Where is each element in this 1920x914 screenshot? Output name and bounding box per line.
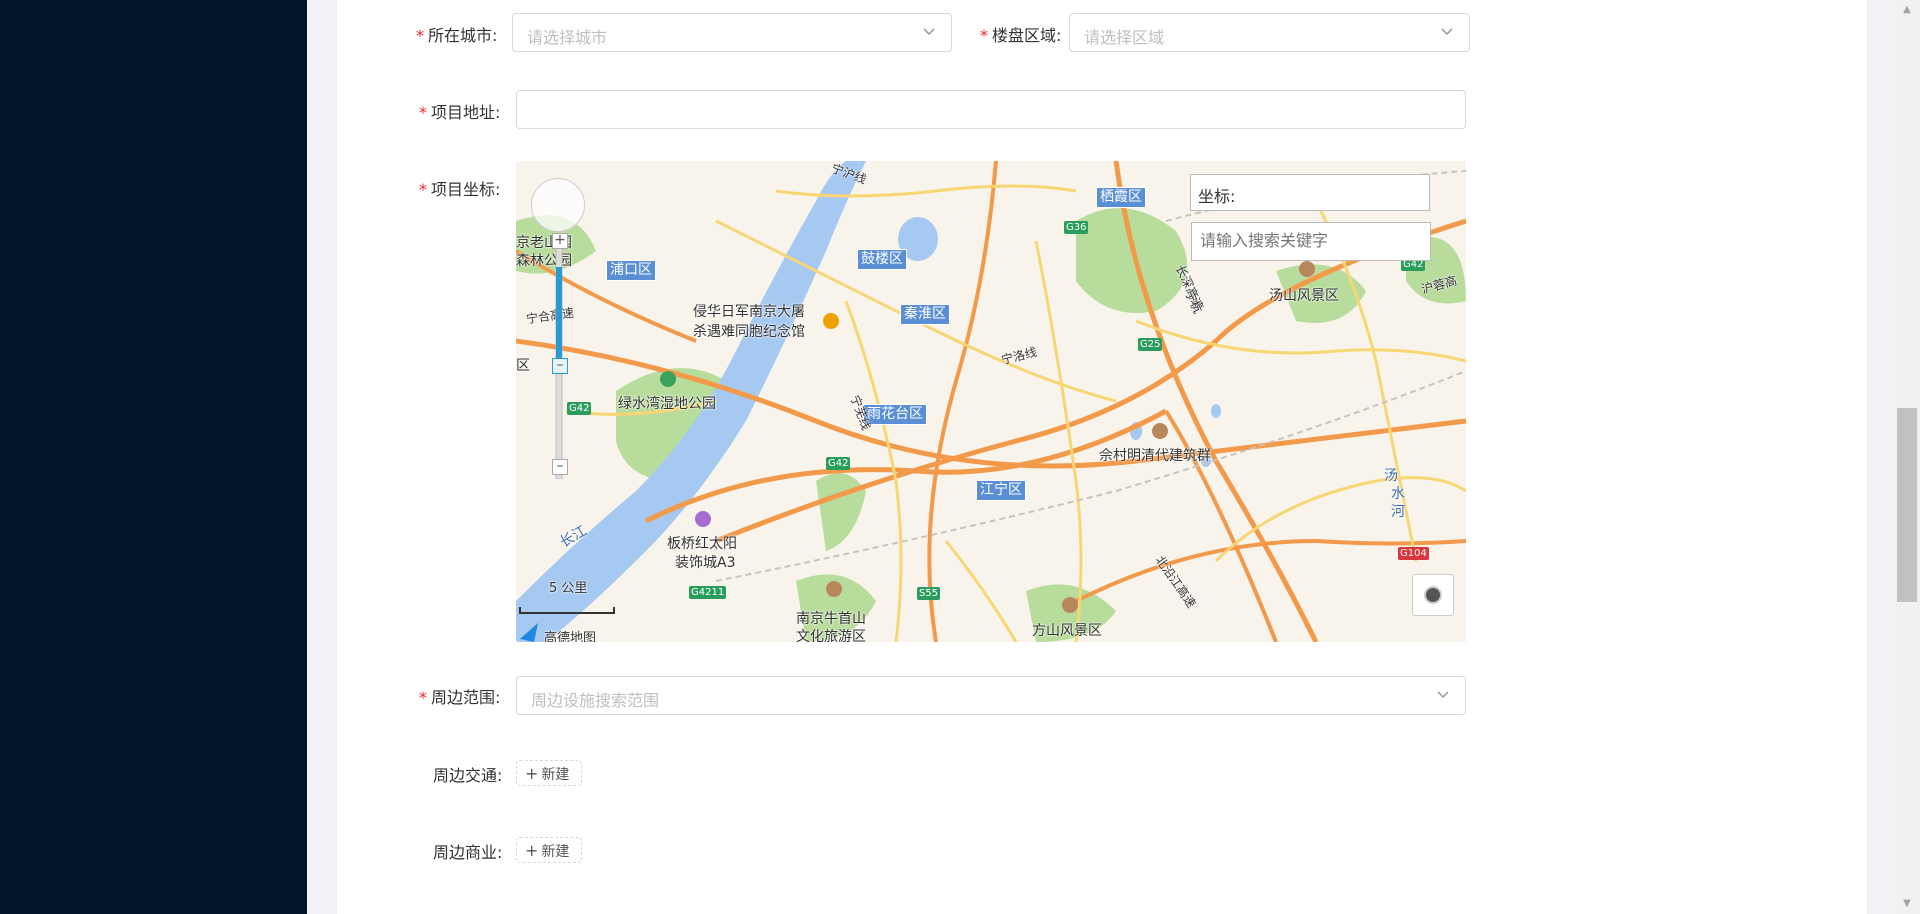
district-select[interactable]: 请选择区域 bbox=[1069, 13, 1470, 52]
map-logo: 高德地图 bbox=[544, 631, 597, 642]
chevron-down-icon bbox=[923, 28, 935, 36]
add-traffic-label: 新建 bbox=[541, 767, 570, 783]
required-mark: * bbox=[419, 103, 427, 122]
layout-gutter bbox=[307, 0, 337, 914]
plus-icon: + bbox=[525, 841, 539, 860]
heritage-poi-icon bbox=[1152, 423, 1168, 439]
scenic-poi-icon bbox=[1062, 597, 1078, 613]
required-mark: * bbox=[980, 26, 988, 45]
map-place-label: 板桥红太阳 bbox=[667, 536, 737, 552]
district-placeholder: 请选择区域 bbox=[1084, 28, 1165, 47]
required-mark: * bbox=[416, 26, 424, 45]
pan-icon[interactable] bbox=[531, 178, 585, 232]
map-place-label: 区 bbox=[516, 358, 530, 374]
coordinates-label-text: 项目坐标: bbox=[431, 180, 501, 199]
highway-shield: G42 bbox=[826, 457, 851, 470]
map-place-label: 汤山风景区 bbox=[1269, 288, 1339, 304]
map-river-label: 河 bbox=[1391, 504, 1405, 520]
zoom-in-icon[interactable]: + bbox=[552, 233, 568, 249]
district-badge: 浦口区 bbox=[606, 260, 656, 281]
scroll-thumb[interactable] bbox=[1897, 408, 1917, 602]
highway-shield: G25 bbox=[1138, 338, 1163, 351]
district-badge: 栖霞区 bbox=[1096, 187, 1146, 208]
locate-dot bbox=[1424, 586, 1442, 604]
scroll-up-icon[interactable]: ▲ bbox=[1901, 4, 1913, 16]
plus-icon: + bbox=[525, 764, 539, 783]
add-business-button[interactable]: + 新建 bbox=[516, 837, 582, 863]
address-label-text: 项目地址: bbox=[431, 103, 501, 122]
address-input[interactable] bbox=[516, 90, 1466, 129]
city-placeholder: 请选择城市 bbox=[527, 28, 608, 47]
park-poi-icon bbox=[660, 371, 676, 387]
add-traffic-button[interactable]: + 新建 bbox=[516, 760, 582, 786]
map-place-label: 佘村明清代建筑群 bbox=[1099, 448, 1211, 464]
map-place-label: 侵华日军南京大屠 bbox=[693, 304, 805, 320]
city-label: * 所在城市: bbox=[416, 22, 497, 46]
highway-shield: G36 bbox=[1064, 221, 1089, 234]
traffic-label: 周边交通: bbox=[433, 766, 503, 785]
district-badge: 鼓楼区 bbox=[857, 249, 907, 270]
zoom-handle[interactable]: – bbox=[552, 358, 568, 374]
map-place-label: 文化旅游区 bbox=[796, 629, 866, 642]
add-business-label: 新建 bbox=[541, 844, 570, 860]
highway-shield: G42 bbox=[567, 402, 592, 415]
highway-shield: G4211 bbox=[689, 586, 727, 599]
map-place-label: 方山风景区 bbox=[1032, 623, 1102, 639]
coordinates-label: * 项目坐标: bbox=[419, 176, 500, 200]
map-scale-label: 5 公里 bbox=[549, 581, 588, 596]
district-badge: 江宁区 bbox=[976, 480, 1026, 501]
scenic-poi-icon bbox=[1299, 261, 1315, 277]
map-place-label: 南京牛首山 bbox=[796, 611, 866, 627]
map-place-label: 绿水湾湿地公园 bbox=[618, 396, 716, 412]
business-label: 周边商业: bbox=[433, 843, 503, 862]
zoom-out-icon[interactable]: – bbox=[552, 459, 568, 475]
sidebar bbox=[0, 0, 307, 914]
map-view[interactable]: 栖霞区 浦口区 鼓楼区 秦淮区 雨花台区 江宁区 京老山国 森林公园 侵华日军南… bbox=[516, 161, 1466, 642]
coordinate-display: 坐标: bbox=[1190, 174, 1430, 211]
shopping-poi-icon bbox=[695, 511, 711, 527]
memorial-poi-icon bbox=[823, 313, 839, 329]
highway-shield: S55 bbox=[917, 587, 941, 600]
range-select[interactable]: 周边设施搜索范围 bbox=[516, 676, 1466, 715]
scenic-poi-icon bbox=[826, 581, 842, 597]
chevron-down-icon bbox=[1441, 28, 1453, 36]
required-mark: * bbox=[419, 180, 427, 199]
required-mark: * bbox=[419, 688, 427, 707]
city-select[interactable]: 请选择城市 bbox=[512, 13, 952, 52]
range-label-text: 周边范围: bbox=[431, 688, 501, 707]
district-badge: 秦淮区 bbox=[900, 304, 950, 325]
district-label: * 楼盘区域: bbox=[980, 22, 1061, 46]
chevron-down-icon bbox=[1437, 691, 1449, 699]
map-search-input[interactable] bbox=[1191, 222, 1431, 261]
highway-shield: G104 bbox=[1398, 547, 1429, 560]
map-river-label: 汤 bbox=[1384, 468, 1398, 484]
range-placeholder: 周边设施搜索范围 bbox=[531, 691, 660, 710]
district-label-text: 楼盘区域: bbox=[992, 26, 1062, 45]
map-place-label: 杀遇难同胞纪念馆 bbox=[693, 324, 805, 340]
locate-icon[interactable] bbox=[1412, 574, 1454, 616]
map-river-label: 水 bbox=[1391, 486, 1405, 502]
map-place-label: 装饰城A3 bbox=[675, 555, 736, 571]
scroll-down-icon[interactable]: ▼ bbox=[1901, 898, 1913, 910]
address-label: * 项目地址: bbox=[419, 99, 500, 123]
range-label: * 周边范围: bbox=[419, 684, 500, 708]
city-label-text: 所在城市: bbox=[428, 26, 498, 45]
